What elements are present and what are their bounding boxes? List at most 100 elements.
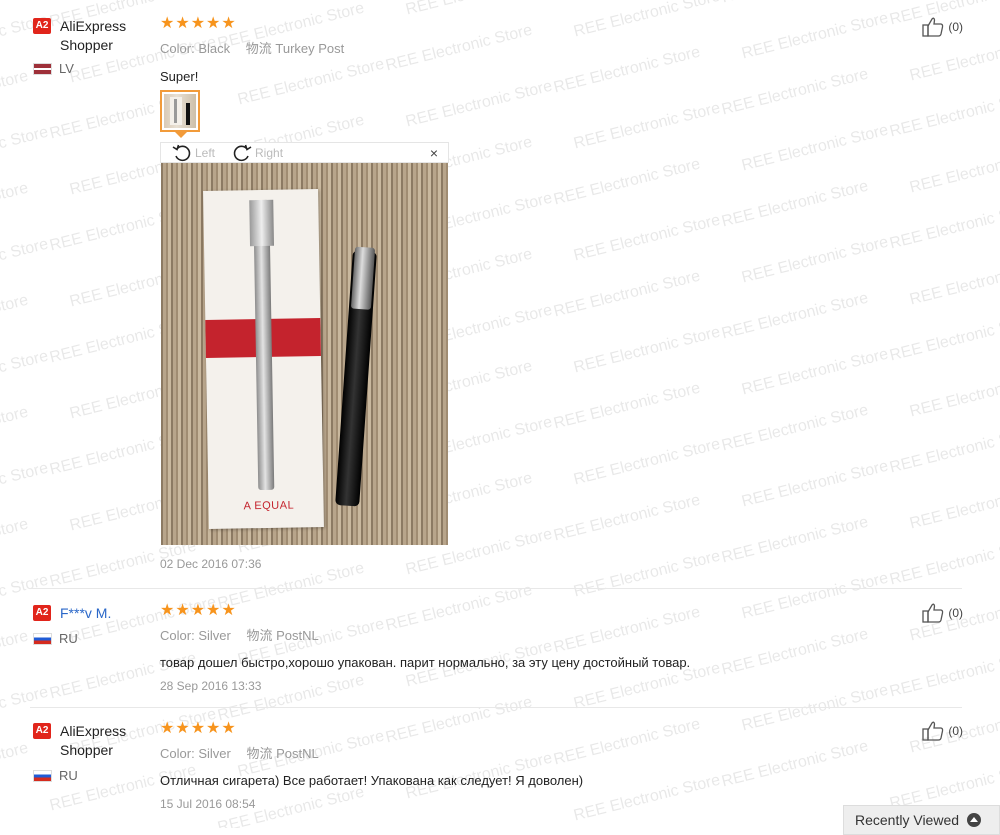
recently-viewed-label: Recently Viewed bbox=[855, 812, 960, 828]
watermark-layer: REE Electronic StoreREE Electronic Store… bbox=[0, 0, 1000, 828]
watermark-text: REE Electronic Store bbox=[720, 401, 870, 455]
review-date: 15 Jul 2016 08:54 bbox=[160, 797, 256, 811]
review-photo-thumbnail[interactable] bbox=[160, 90, 200, 132]
watermark-text: REE Electronic Store bbox=[740, 345, 890, 399]
shipping-key: 物流 bbox=[245, 41, 272, 56]
watermark-text: REE Electronic Store bbox=[908, 480, 1000, 533]
recently-viewed-button[interactable]: Recently Viewed bbox=[843, 805, 1000, 835]
watermark-text: REE Electronic Store bbox=[908, 32, 1000, 85]
watermark-text: REE Electronic Store bbox=[888, 199, 1000, 253]
thumbs-up-icon bbox=[922, 17, 944, 37]
review-date: 28 Sep 2016 13:33 bbox=[160, 679, 262, 693]
review-divider bbox=[30, 707, 962, 708]
color-key: Color: bbox=[160, 746, 195, 761]
review-text: товар дошел быстро,хорошо упакован. пари… bbox=[160, 655, 691, 670]
rotate-right-icon bbox=[233, 144, 252, 161]
watermark-text: REE Electronic Store bbox=[720, 0, 870, 7]
watermark-text: REE Electronic Store bbox=[720, 177, 870, 231]
rotate-right-label: Right bbox=[255, 145, 284, 160]
shipping-value: PostNL bbox=[276, 628, 319, 643]
watermark-text: REE Electronic Store bbox=[888, 87, 1000, 141]
rotate-left-button[interactable]: Left bbox=[171, 142, 215, 164]
helpful-count: (0) bbox=[948, 606, 963, 620]
watermark-text: REE Electronic Store bbox=[0, 235, 50, 289]
photo-viewer-toolbar: Left Right × bbox=[160, 142, 449, 163]
watermark-text: REE Electronic Store bbox=[0, 123, 50, 177]
reviewer-name[interactable]: F***v M. bbox=[60, 604, 111, 623]
review-photo-large: A EQUAL bbox=[161, 163, 448, 545]
product-box-image: A EQUAL bbox=[203, 189, 324, 529]
shipping-key: 物流 bbox=[246, 746, 273, 761]
reviewer-info: A2 AliExpress Shopper LV bbox=[33, 17, 153, 76]
color-value: Silver bbox=[198, 746, 231, 761]
helpful-button[interactable]: (0) bbox=[922, 721, 963, 741]
reviewer-name: AliExpress Shopper bbox=[60, 18, 127, 53]
review-divider bbox=[30, 588, 962, 589]
level-badge: A2 bbox=[33, 18, 51, 34]
country-code: LV bbox=[59, 61, 74, 76]
watermark-text: REE Electronic Store bbox=[0, 0, 30, 9]
star-rating: ★★★★★ bbox=[160, 15, 237, 32]
watermark-text: REE Electronic Store bbox=[0, 347, 50, 401]
thumbs-up-icon bbox=[922, 721, 944, 741]
watermark-text: REE Electronic Store bbox=[552, 267, 702, 321]
flag-lv-icon bbox=[33, 62, 52, 75]
color-key: Color: bbox=[160, 628, 195, 643]
watermark-text: REE Electronic Store bbox=[572, 99, 722, 153]
watermark-text: REE Electronic Store bbox=[908, 368, 1000, 421]
country-code: RU bbox=[59, 768, 78, 783]
order-attributes: Color: Black 物流 Turkey Post bbox=[160, 38, 900, 57]
watermark-text: REE Electronic Store bbox=[552, 491, 702, 545]
flag-ru-icon bbox=[33, 769, 52, 782]
order-attributes: Color: Silver 物流 PostNL bbox=[160, 625, 900, 644]
watermark-text: REE Electronic Store bbox=[888, 423, 1000, 477]
watermark-text: REE Electronic Store bbox=[0, 403, 30, 457]
watermark-text: REE Electronic Store bbox=[0, 459, 50, 513]
color-value: Black bbox=[198, 41, 231, 56]
rotate-left-label: Left bbox=[195, 145, 216, 160]
watermark-text: REE Electronic Store bbox=[0, 739, 30, 793]
shipping-value: PostNL bbox=[276, 746, 319, 761]
reviewer-country: RU bbox=[33, 631, 78, 646]
shipping-value: Turkey Post bbox=[275, 41, 345, 56]
watermark-text: REE Electronic Store bbox=[0, 67, 30, 121]
review-text: Отличная сигарета) Все работает! Упакова… bbox=[160, 773, 584, 788]
watermark-text: REE Electronic Store bbox=[908, 256, 1000, 309]
level-badge: A2 bbox=[33, 723, 51, 739]
watermark-text: REE Electronic Store bbox=[552, 155, 702, 209]
watermark-text: REE Electronic Store bbox=[572, 435, 722, 489]
reviewer-info: A2 AliExpress Shopper RU bbox=[33, 722, 153, 783]
watermark-text: REE Electronic Store bbox=[888, 647, 1000, 701]
review-text: Super! bbox=[160, 69, 199, 84]
thumbs-up-icon bbox=[922, 603, 944, 623]
reviewer-country: LV bbox=[33, 61, 74, 76]
reviewer-info: A2 F***v M. RU bbox=[33, 604, 153, 646]
watermark-text: REE Electronic Store bbox=[0, 179, 30, 233]
rotate-left-icon bbox=[172, 144, 191, 161]
helpful-button[interactable]: (0) bbox=[922, 17, 963, 37]
helpful-button[interactable]: (0) bbox=[922, 603, 963, 623]
color-value: Silver bbox=[198, 628, 231, 643]
star-rating: ★★★★★ bbox=[160, 602, 237, 619]
rotate-right-button[interactable]: Right bbox=[231, 142, 283, 164]
watermark-text: REE Electronic Store bbox=[572, 547, 722, 601]
helpful-count: (0) bbox=[948, 20, 963, 34]
watermark-text: REE Electronic Store bbox=[552, 379, 702, 433]
watermark-text: REE Electronic Store bbox=[740, 457, 890, 511]
watermark-text: REE Electronic Store bbox=[0, 515, 30, 569]
close-viewer-button[interactable]: × bbox=[430, 145, 438, 161]
reviewer-country: RU bbox=[33, 768, 78, 783]
watermark-text: REE Electronic Store bbox=[572, 211, 722, 265]
thumbnail-pointer-icon bbox=[174, 131, 188, 138]
star-rating: ★★★★★ bbox=[160, 720, 237, 737]
country-code: RU bbox=[59, 631, 78, 646]
arrow-up-icon bbox=[967, 813, 982, 827]
level-badge: A2 bbox=[33, 605, 51, 621]
shipping-key: 物流 bbox=[246, 628, 273, 643]
order-attributes: Color: Silver 物流 PostNL bbox=[160, 743, 900, 762]
review-date: 02 Dec 2016 07:36 bbox=[160, 557, 262, 571]
watermark-text: REE Electronic Store bbox=[572, 323, 722, 377]
watermark-text: REE Electronic Store bbox=[404, 77, 554, 131]
watermark-text: REE Electronic Store bbox=[720, 289, 870, 343]
watermark-text: REE Electronic Store bbox=[740, 233, 890, 287]
